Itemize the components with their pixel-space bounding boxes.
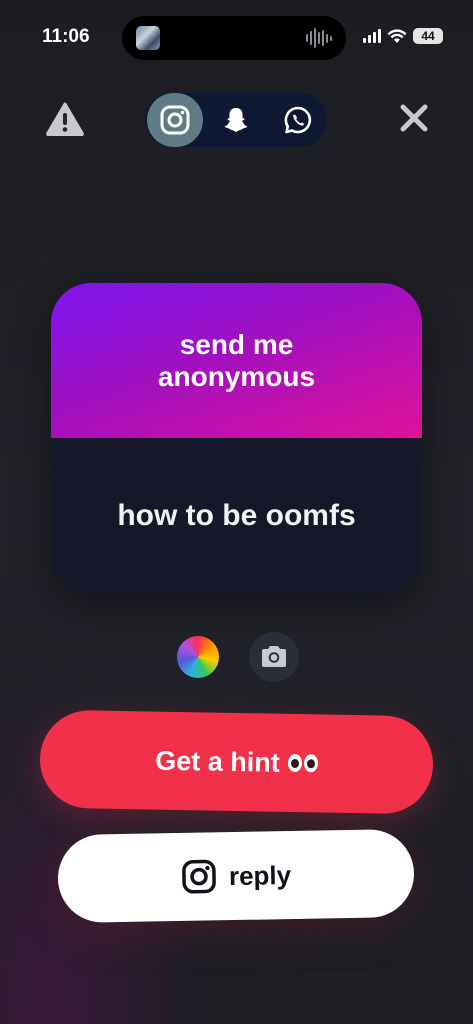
dynamic-island[interactable]: [122, 16, 346, 60]
reply-label: reply: [228, 859, 292, 891]
status-indicators: 44: [363, 28, 443, 44]
audio-waveform-icon: [306, 28, 332, 48]
camera-button[interactable]: [249, 632, 299, 682]
reply-button[interactable]: reply: [57, 828, 415, 924]
snapchat-icon: [224, 108, 248, 132]
eyes-emoji-icon: [287, 753, 318, 773]
wifi-icon: [387, 28, 407, 43]
card-body: how to be oomfs: [51, 438, 422, 594]
cellular-signal-icon: [363, 29, 381, 43]
card-prompt: send me anonymous: [157, 328, 316, 392]
snapchat-tab[interactable]: [208, 93, 264, 147]
whatsapp-tab[interactable]: [270, 93, 326, 147]
get-hint-button[interactable]: Get a hint: [39, 709, 434, 815]
get-hint-label: Get a hint: [154, 745, 281, 778]
question-card: send me anonymous how to be oomfs: [51, 283, 422, 594]
battery-icon: 44: [413, 28, 443, 44]
status-time: 11:06: [42, 26, 90, 47]
now-playing-artwork: [136, 26, 160, 50]
instagram-icon: [182, 859, 216, 894]
whatsapp-icon: [284, 106, 312, 134]
instagram-tab[interactable]: [147, 93, 203, 147]
share-target-switcher: [145, 93, 327, 147]
color-picker-button[interactable]: [177, 636, 219, 678]
report-warning-icon[interactable]: [46, 102, 84, 136]
card-header: send me anonymous: [51, 283, 422, 438]
camera-icon: [262, 646, 286, 667]
instagram-icon: [160, 105, 190, 135]
close-icon[interactable]: [398, 102, 430, 134]
card-message: how to be oomfs: [117, 499, 356, 532]
